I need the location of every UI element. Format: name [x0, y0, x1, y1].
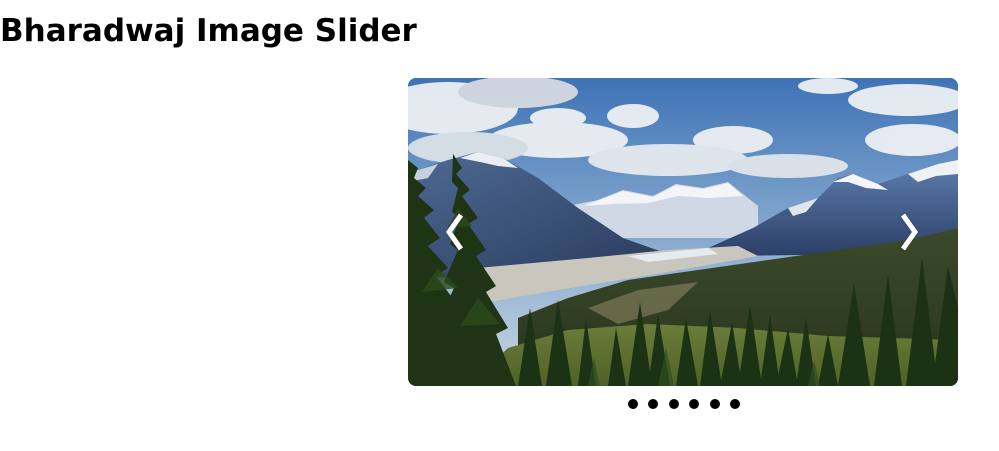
prev-slide-button[interactable] — [440, 212, 470, 252]
chevron-left-icon — [445, 213, 464, 251]
slide-dot-4[interactable] — [689, 399, 700, 409]
next-slide-button[interactable] — [894, 212, 924, 252]
slide-dot-2[interactable] — [648, 399, 659, 409]
slide-dot-6[interactable] — [729, 399, 740, 409]
slide-dot-1[interactable] — [628, 399, 638, 409]
image-slider — [408, 78, 958, 386]
slide-dot-5[interactable] — [709, 399, 720, 409]
slide-indicator-dots — [628, 398, 740, 410]
page-title: Bharadwaj Image Slider — [0, 13, 417, 49]
slide-dot-3[interactable] — [668, 399, 679, 409]
chevron-right-icon — [900, 213, 919, 251]
slide-image — [408, 78, 958, 386]
